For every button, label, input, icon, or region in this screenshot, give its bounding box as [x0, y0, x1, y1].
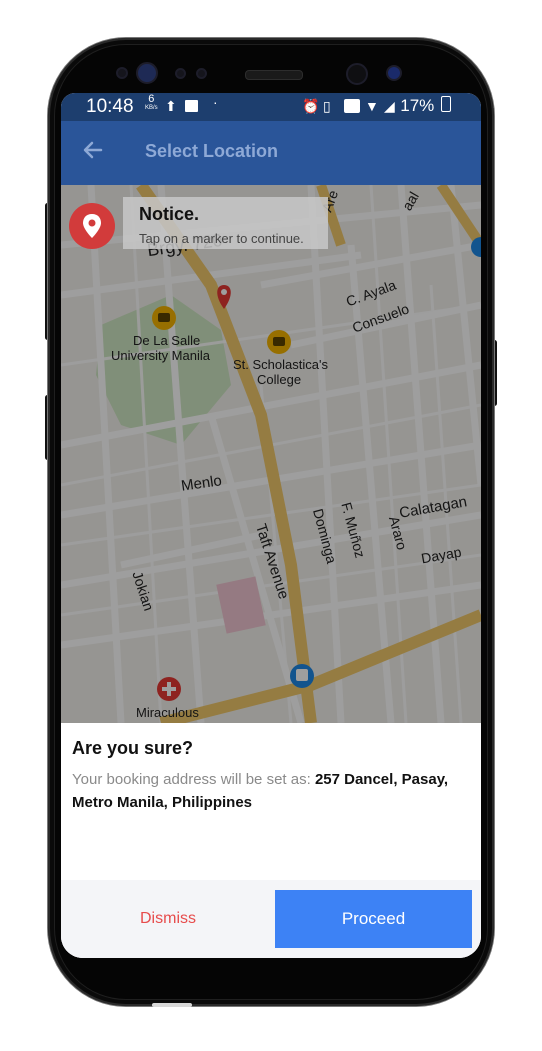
sensor-dot-icon: [196, 68, 207, 79]
iris-scanner-icon: [136, 62, 158, 84]
upload-icon: ⬆: [165, 98, 177, 114]
sensor-dot-icon: [175, 68, 186, 79]
proximity-sensor-icon: [116, 67, 128, 79]
notice-title: Notice.: [139, 204, 200, 224]
dialog-message: Your booking address will be set as: 257…: [72, 768, 462, 814]
proceed-button[interactable]: Proceed: [275, 890, 472, 948]
network-speed-unit: KB/s: [145, 105, 158, 111]
page-title: Select Location: [145, 141, 279, 161]
map-view[interactable]: Brgy. 720 Are aal De La Salle University…: [61, 185, 481, 723]
signal-icon: ◢: [384, 98, 395, 114]
earpiece-speaker: [245, 70, 303, 80]
location-pin-icon: [69, 203, 115, 249]
status-time: 10:48: [86, 96, 134, 117]
back-arrow-icon[interactable]: [81, 135, 111, 165]
dialog-actions: Dismiss Proceed: [61, 880, 481, 958]
dialog-message-prefix: Your booking address will be set as:: [72, 771, 315, 788]
app-screen: 10:48 6 KB/s ⬆ · ⏰ ▯ ▼ ◢ 17% Select Loca…: [61, 93, 481, 958]
network-speed-value: 6: [148, 93, 155, 105]
alarm-icon: ⏰: [302, 98, 320, 114]
image-icon: [185, 100, 198, 112]
battery-icon: [441, 96, 451, 112]
app-bar: Select Location: [61, 121, 481, 185]
notice-card: Notice. Tap on a marker to continue.: [69, 191, 328, 251]
dialog-title: Are you sure?: [72, 738, 194, 758]
front-camera-lens-icon: [386, 65, 402, 81]
home-bar-hint: [152, 1003, 192, 1007]
volte-icon: [344, 99, 360, 113]
dot-icon: ·: [213, 94, 218, 110]
battery-level: 17%: [400, 96, 451, 116]
front-camera-icon: [346, 63, 368, 85]
network-speed: 6 KB/s: [145, 93, 158, 113]
map-dim-overlay: [61, 185, 481, 723]
dismiss-button[interactable]: Dismiss: [61, 880, 275, 958]
status-bar: 10:48 6 KB/s ⬆ · ⏰ ▯ ▼ ◢ 17%: [61, 93, 481, 121]
battery-percent: 17%: [400, 96, 435, 115]
vibrate-icon: ▯: [323, 98, 331, 114]
notice-message: Tap on a marker to continue.: [139, 231, 304, 246]
wifi-icon: ▼: [365, 98, 379, 114]
